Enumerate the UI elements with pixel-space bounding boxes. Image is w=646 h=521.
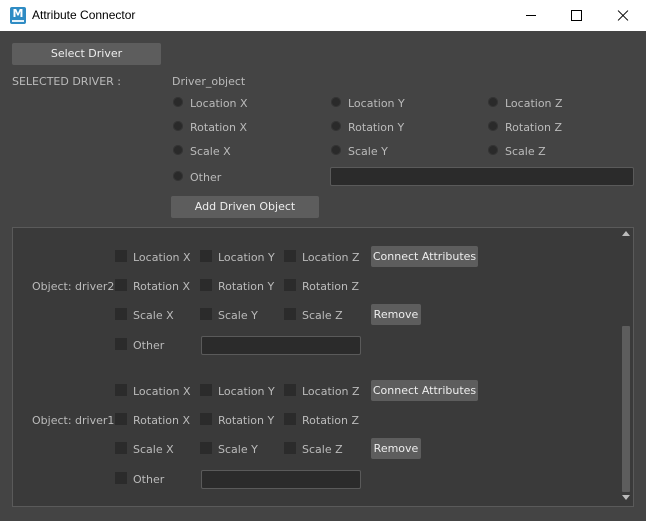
radio-label: Location X bbox=[190, 97, 248, 110]
maya-app-icon: M bbox=[10, 7, 26, 24]
checkbox-label: Rotation X bbox=[133, 414, 191, 427]
driven-object-label: Object: driver1 bbox=[32, 414, 115, 427]
checkbox[interactable] bbox=[115, 442, 127, 454]
checkbox-label: Other bbox=[133, 473, 165, 486]
checkbox-label: Location X bbox=[133, 251, 191, 264]
checkbox-label: Rotation Y bbox=[218, 414, 275, 427]
maximize-icon[interactable] bbox=[554, 0, 600, 31]
other-input[interactable] bbox=[201, 336, 361, 355]
checkbox-label: Other bbox=[133, 339, 165, 352]
checkbox-label: Rotation X bbox=[133, 280, 191, 293]
radio-button[interactable] bbox=[488, 121, 498, 131]
add-driven-object-button[interactable]: Add Driven Object bbox=[171, 196, 319, 218]
selected-driver-label: SELECTED DRIVER : bbox=[12, 75, 122, 88]
close-icon[interactable] bbox=[600, 0, 646, 31]
checkbox[interactable] bbox=[200, 413, 212, 425]
checkbox[interactable] bbox=[115, 472, 127, 484]
checkbox[interactable] bbox=[115, 384, 127, 396]
radio-button[interactable] bbox=[173, 145, 183, 155]
connect-attributes-button[interactable]: Connect Attributes bbox=[371, 246, 478, 267]
checkbox[interactable] bbox=[115, 338, 127, 350]
checkbox-label: Location X bbox=[133, 385, 191, 398]
checkbox[interactable] bbox=[200, 250, 212, 262]
radio-button[interactable] bbox=[331, 97, 341, 107]
radio-label: Rotation Y bbox=[348, 121, 405, 134]
checkbox[interactable] bbox=[284, 442, 296, 454]
radio-label: Location Y bbox=[348, 97, 405, 110]
radio-button[interactable] bbox=[331, 145, 341, 155]
checkbox-label: Scale Y bbox=[218, 443, 258, 456]
radio-button[interactable] bbox=[173, 97, 183, 107]
window-title: Attribute Connector bbox=[32, 8, 136, 22]
checkbox[interactable] bbox=[115, 413, 127, 425]
checkbox[interactable] bbox=[200, 308, 212, 320]
checkbox[interactable] bbox=[115, 279, 127, 291]
checkbox-label: Scale Z bbox=[302, 443, 343, 456]
other-input[interactable] bbox=[201, 470, 361, 489]
remove-button[interactable]: Remove bbox=[371, 304, 421, 325]
radio-label: Location Z bbox=[505, 97, 563, 110]
checkbox[interactable] bbox=[115, 250, 127, 262]
title-bar: M Attribute Connector bbox=[0, 0, 646, 31]
driven-object-label: Object: driver2 bbox=[32, 280, 115, 293]
driven-objects-panel bbox=[12, 227, 634, 507]
radio-label: Other bbox=[190, 171, 222, 184]
checkbox[interactable] bbox=[200, 384, 212, 396]
selected-driver-value: Driver_object bbox=[172, 75, 246, 88]
checkbox-label: Scale Y bbox=[218, 309, 258, 322]
radio-button[interactable] bbox=[488, 97, 498, 107]
checkbox-label: Rotation Y bbox=[218, 280, 275, 293]
driver-other-input[interactable] bbox=[330, 167, 634, 186]
scroll-up-arrow-icon[interactable] bbox=[620, 230, 632, 238]
checkbox[interactable] bbox=[200, 279, 212, 291]
checkbox[interactable] bbox=[284, 413, 296, 425]
radio-button[interactable] bbox=[488, 145, 498, 155]
remove-button[interactable]: Remove bbox=[371, 438, 421, 459]
radio-label: Scale Y bbox=[348, 145, 388, 158]
checkbox[interactable] bbox=[284, 384, 296, 396]
checkbox[interactable] bbox=[115, 308, 127, 320]
checkbox-label: Scale X bbox=[133, 443, 174, 456]
select-driver-button[interactable]: Select Driver bbox=[12, 43, 161, 65]
radio-button[interactable] bbox=[173, 121, 183, 131]
scrollbar-thumb[interactable] bbox=[622, 326, 630, 492]
checkbox-label: Location Z bbox=[302, 385, 360, 398]
radio-button[interactable] bbox=[173, 171, 183, 181]
radio-label: Rotation Z bbox=[505, 121, 563, 134]
checkbox[interactable] bbox=[284, 279, 296, 291]
radio-label: Scale Z bbox=[505, 145, 546, 158]
checkbox[interactable] bbox=[284, 308, 296, 320]
checkbox-label: Location Y bbox=[218, 385, 275, 398]
checkbox[interactable] bbox=[284, 250, 296, 262]
checkbox-label: Location Y bbox=[218, 251, 275, 264]
checkbox-label: Rotation Z bbox=[302, 414, 360, 427]
checkbox[interactable] bbox=[200, 442, 212, 454]
radio-label: Scale X bbox=[190, 145, 231, 158]
scroll-down-arrow-icon[interactable] bbox=[620, 494, 632, 502]
checkbox-label: Scale X bbox=[133, 309, 174, 322]
checkbox-label: Rotation Z bbox=[302, 280, 360, 293]
checkbox-label: Location Z bbox=[302, 251, 360, 264]
radio-button[interactable] bbox=[331, 121, 341, 131]
checkbox-label: Scale Z bbox=[302, 309, 343, 322]
connect-attributes-button[interactable]: Connect Attributes bbox=[371, 380, 478, 401]
radio-label: Rotation X bbox=[190, 121, 248, 134]
minimize-icon[interactable] bbox=[508, 0, 554, 31]
